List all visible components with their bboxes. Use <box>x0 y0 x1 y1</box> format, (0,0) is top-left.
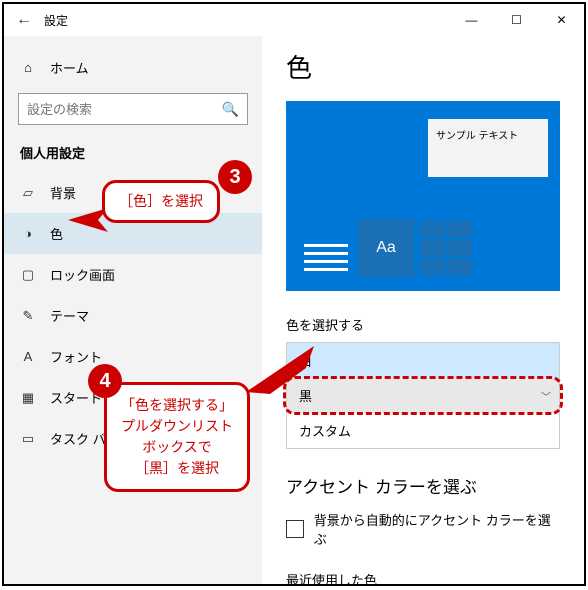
maximize-button[interactable]: ☐ <box>494 4 539 36</box>
callout-line: ボックスで <box>121 437 233 458</box>
preview-tile-grid <box>418 219 474 277</box>
font-icon: A <box>20 349 36 364</box>
choose-color-label: 色を選択する <box>286 315 560 334</box>
minimize-button[interactable]: — <box>449 4 494 36</box>
preview-window: サンプル テキスト <box>428 119 548 177</box>
annotation-arrow-3 <box>58 198 108 238</box>
window-title: 設定 <box>44 12 68 29</box>
page-heading: 色 <box>286 48 560 85</box>
chevron-down-icon: ﹀ <box>541 388 551 403</box>
nav-themes[interactable]: ✎ テーマ <box>4 295 262 336</box>
search-icon: 🔍 <box>222 101 239 118</box>
auto-accent-checkbox[interactable] <box>286 520 304 538</box>
picture-icon: ▱ <box>20 185 36 201</box>
recent-colors-label: 最近使用した色 <box>286 570 560 584</box>
palette-icon: ◑ <box>20 226 36 241</box>
annotation-badge-4: 4 <box>88 364 122 398</box>
dropdown-option-light[interactable]: 白 <box>287 343 559 378</box>
callout-line: プルダウンリスト <box>121 416 233 437</box>
accent-heading: アクセント カラーを選ぶ <box>286 473 560 498</box>
lock-icon: ▢ <box>20 267 36 283</box>
preview-text: サンプル テキスト <box>436 131 518 142</box>
nav-label: フォント <box>50 347 102 366</box>
preview-tile-lines <box>298 219 354 277</box>
annotation-badge-3: 3 <box>218 160 252 194</box>
taskbar-icon: ▭ <box>20 431 36 447</box>
preview-tile-aa: Aa <box>358 219 414 277</box>
search-box[interactable]: 🔍 <box>18 93 248 125</box>
sidebar: ⌂ ホーム 🔍 個人用設定 ▱ 背景 ◑ 色 ▢ ロック画面 ✎ <box>4 36 262 584</box>
search-input[interactable] <box>27 102 222 117</box>
nav-label: ロック画面 <box>50 265 115 284</box>
annotation-callout-4: 「色を選択する」 プルダウンリスト ボックスで ［黒］を選択 <box>104 382 250 492</box>
callout-line: 「色を選択する」 <box>121 395 233 416</box>
main-content: 色 サンプル テキスト Aa 色を選択する 白 <box>262 36 584 584</box>
annotation-arrow-4 <box>246 342 316 402</box>
callout-line: ［黒］を選択 <box>121 458 233 479</box>
nav-fonts[interactable]: A フォント <box>4 336 262 377</box>
annotation-highlight-dark <box>283 376 563 415</box>
home-label: ホーム <box>50 58 89 77</box>
annotation-callout-3: ［色］を選択 <box>102 180 220 223</box>
nav-lockscreen[interactable]: ▢ ロック画面 <box>4 254 262 295</box>
dropdown-option-dark[interactable]: 黒 ﹀ <box>287 378 559 413</box>
option-label: カスタム <box>299 424 351 439</box>
dropdown-option-custom[interactable]: カスタム <box>287 413 559 448</box>
preview-tiles: Aa <box>298 219 474 277</box>
auto-accent-label: 背景から自動的にアクセント カラーを選ぶ <box>314 510 560 548</box>
titlebar: ← 設定 — ☐ ✕ <box>4 4 584 36</box>
home-link[interactable]: ⌂ ホーム <box>4 50 262 85</box>
preview-panel: サンプル テキスト Aa <box>286 101 560 291</box>
color-mode-dropdown[interactable]: 白 黒 ﹀ カスタム <box>286 342 560 449</box>
back-button[interactable]: ← <box>4 11 44 29</box>
start-icon: ▦ <box>20 390 36 406</box>
nav-label: テーマ <box>50 306 89 325</box>
auto-accent-row[interactable]: 背景から自動的にアクセント カラーを選ぶ <box>286 510 560 548</box>
theme-icon: ✎ <box>20 308 36 324</box>
callout-text: ［色］を選択 <box>119 193 203 209</box>
close-button[interactable]: ✕ <box>539 4 584 36</box>
home-icon: ⌂ <box>20 60 36 75</box>
